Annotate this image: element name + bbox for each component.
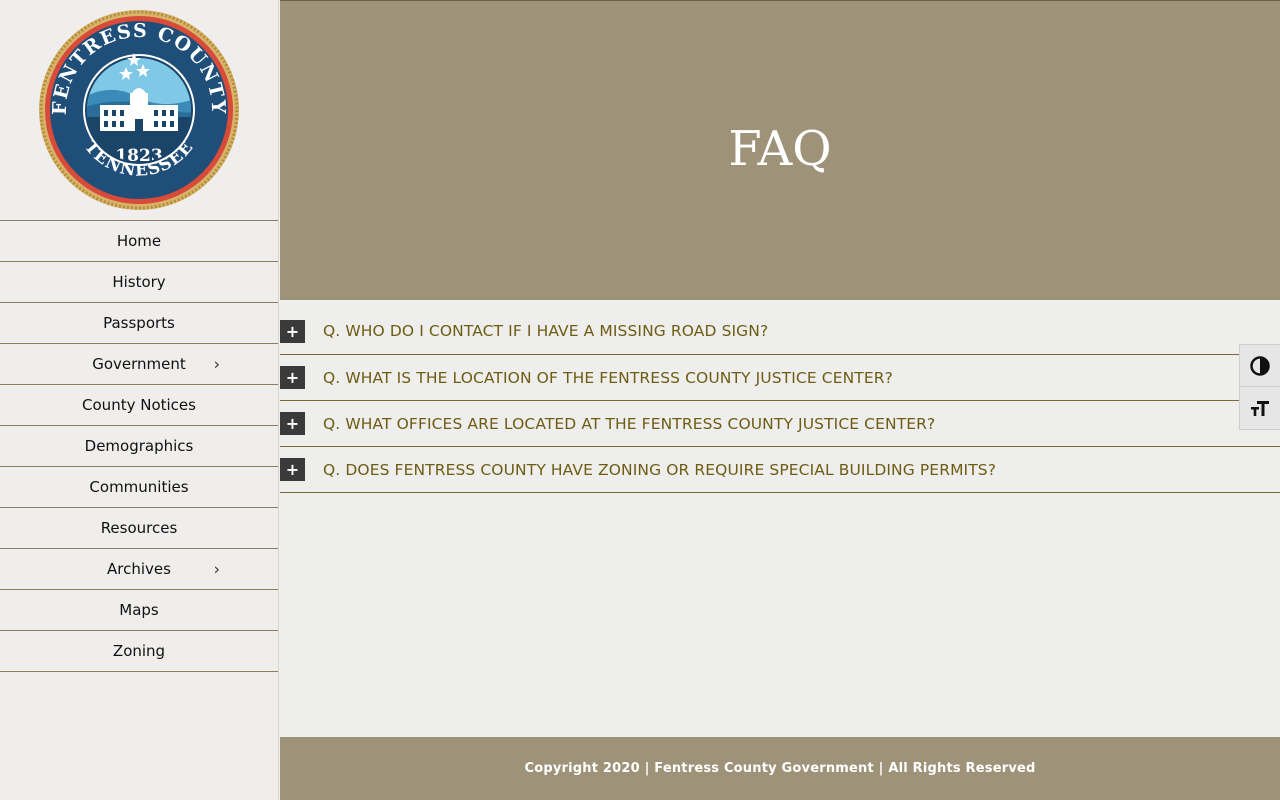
plus-icon[interactable]: + <box>280 319 305 343</box>
faq-item[interactable]: + Q. WHAT OFFICES ARE LOCATED AT THE FEN… <box>280 401 1280 447</box>
nav-item-history[interactable]: History <box>0 262 278 303</box>
faq-question[interactable]: Q. WHAT IS THE LOCATION OF THE FENTRESS … <box>323 369 893 387</box>
nav-item-government[interactable]: Government › <box>0 344 278 385</box>
county-seal-logo[interactable]: FENTRESS COUNTY TENNESSEE 1823 <box>38 9 240 211</box>
nav-item-label: History <box>112 273 166 291</box>
chevron-right-icon: › <box>213 559 220 579</box>
nav-item-label: Archives <box>107 560 171 578</box>
site-footer: Copyright 2020 | Fentress County Governm… <box>280 737 1280 800</box>
main-nav: Home History Passports Government › Count… <box>0 220 278 672</box>
plus-icon[interactable]: + <box>280 412 305 435</box>
nav-item-passports[interactable]: Passports <box>0 303 278 344</box>
nav-item-label: County Notices <box>82 396 196 414</box>
nav-item-label: Maps <box>119 601 159 619</box>
toggle-contrast-button[interactable] <box>1240 345 1280 387</box>
nav-item-demographics[interactable]: Demographics <box>0 426 278 467</box>
logo-container: FENTRESS COUNTY TENNESSEE 1823 <box>0 0 278 220</box>
faq-question[interactable]: Q. WHAT OFFICES ARE LOCATED AT THE FENTR… <box>323 415 935 433</box>
sidebar: FENTRESS COUNTY TENNESSEE 1823 Home Hist… <box>0 0 279 800</box>
faq-item[interactable]: + Q. WHAT IS THE LOCATION OF THE FENTRES… <box>280 355 1280 401</box>
nav-item-home[interactable]: Home <box>0 221 278 262</box>
nav-item-label: Home <box>116 232 162 250</box>
copyright-text: Copyright 2020 | Fentress County Governm… <box>524 761 1036 776</box>
main-content: FAQ + Q. WHO DO I CONTACT IF I HAVE A MI… <box>280 0 1280 800</box>
nav-item-label: Zoning <box>112 642 166 660</box>
nav-item-resources[interactable]: Resources <box>0 508 278 549</box>
nav-item-label: Passports <box>103 314 175 332</box>
nav-item-label: Resources <box>100 519 178 537</box>
accessibility-toolbar <box>1239 344 1280 430</box>
contrast-icon <box>1250 355 1270 376</box>
font-size-icon <box>1251 401 1269 416</box>
nav-item-label: Communities <box>89 478 189 496</box>
faq-question[interactable]: Q. DOES FENTRESS COUNTY HAVE ZONING OR R… <box>323 461 996 479</box>
nav-item-maps[interactable]: Maps <box>0 590 278 631</box>
nav-item-label: Demographics <box>84 437 194 455</box>
chevron-right-icon: › <box>213 354 220 374</box>
plus-icon[interactable]: + <box>280 366 305 389</box>
faq-item[interactable]: + Q. WHO DO I CONTACT IF I HAVE A MISSIN… <box>280 308 1280 355</box>
nav-item-county-notices[interactable]: County Notices <box>0 385 278 426</box>
nav-item-label: Government <box>92 355 186 373</box>
nav-item-communities[interactable]: Communities <box>0 467 278 508</box>
faq-question[interactable]: Q. WHO DO I CONTACT IF I HAVE A MISSING … <box>323 322 768 340</box>
plus-icon[interactable]: + <box>280 458 305 481</box>
page-hero: FAQ <box>280 0 1280 300</box>
page-title: FAQ <box>728 120 832 177</box>
faq-item[interactable]: + Q. DOES FENTRESS COUNTY HAVE ZONING OR… <box>280 447 1280 493</box>
faq-accordion: + Q. WHO DO I CONTACT IF I HAVE A MISSIN… <box>280 300 1280 493</box>
nav-item-zoning[interactable]: Zoning <box>0 631 278 672</box>
nav-item-archives[interactable]: Archives › <box>0 549 278 590</box>
font-size-button[interactable] <box>1240 387 1280 429</box>
